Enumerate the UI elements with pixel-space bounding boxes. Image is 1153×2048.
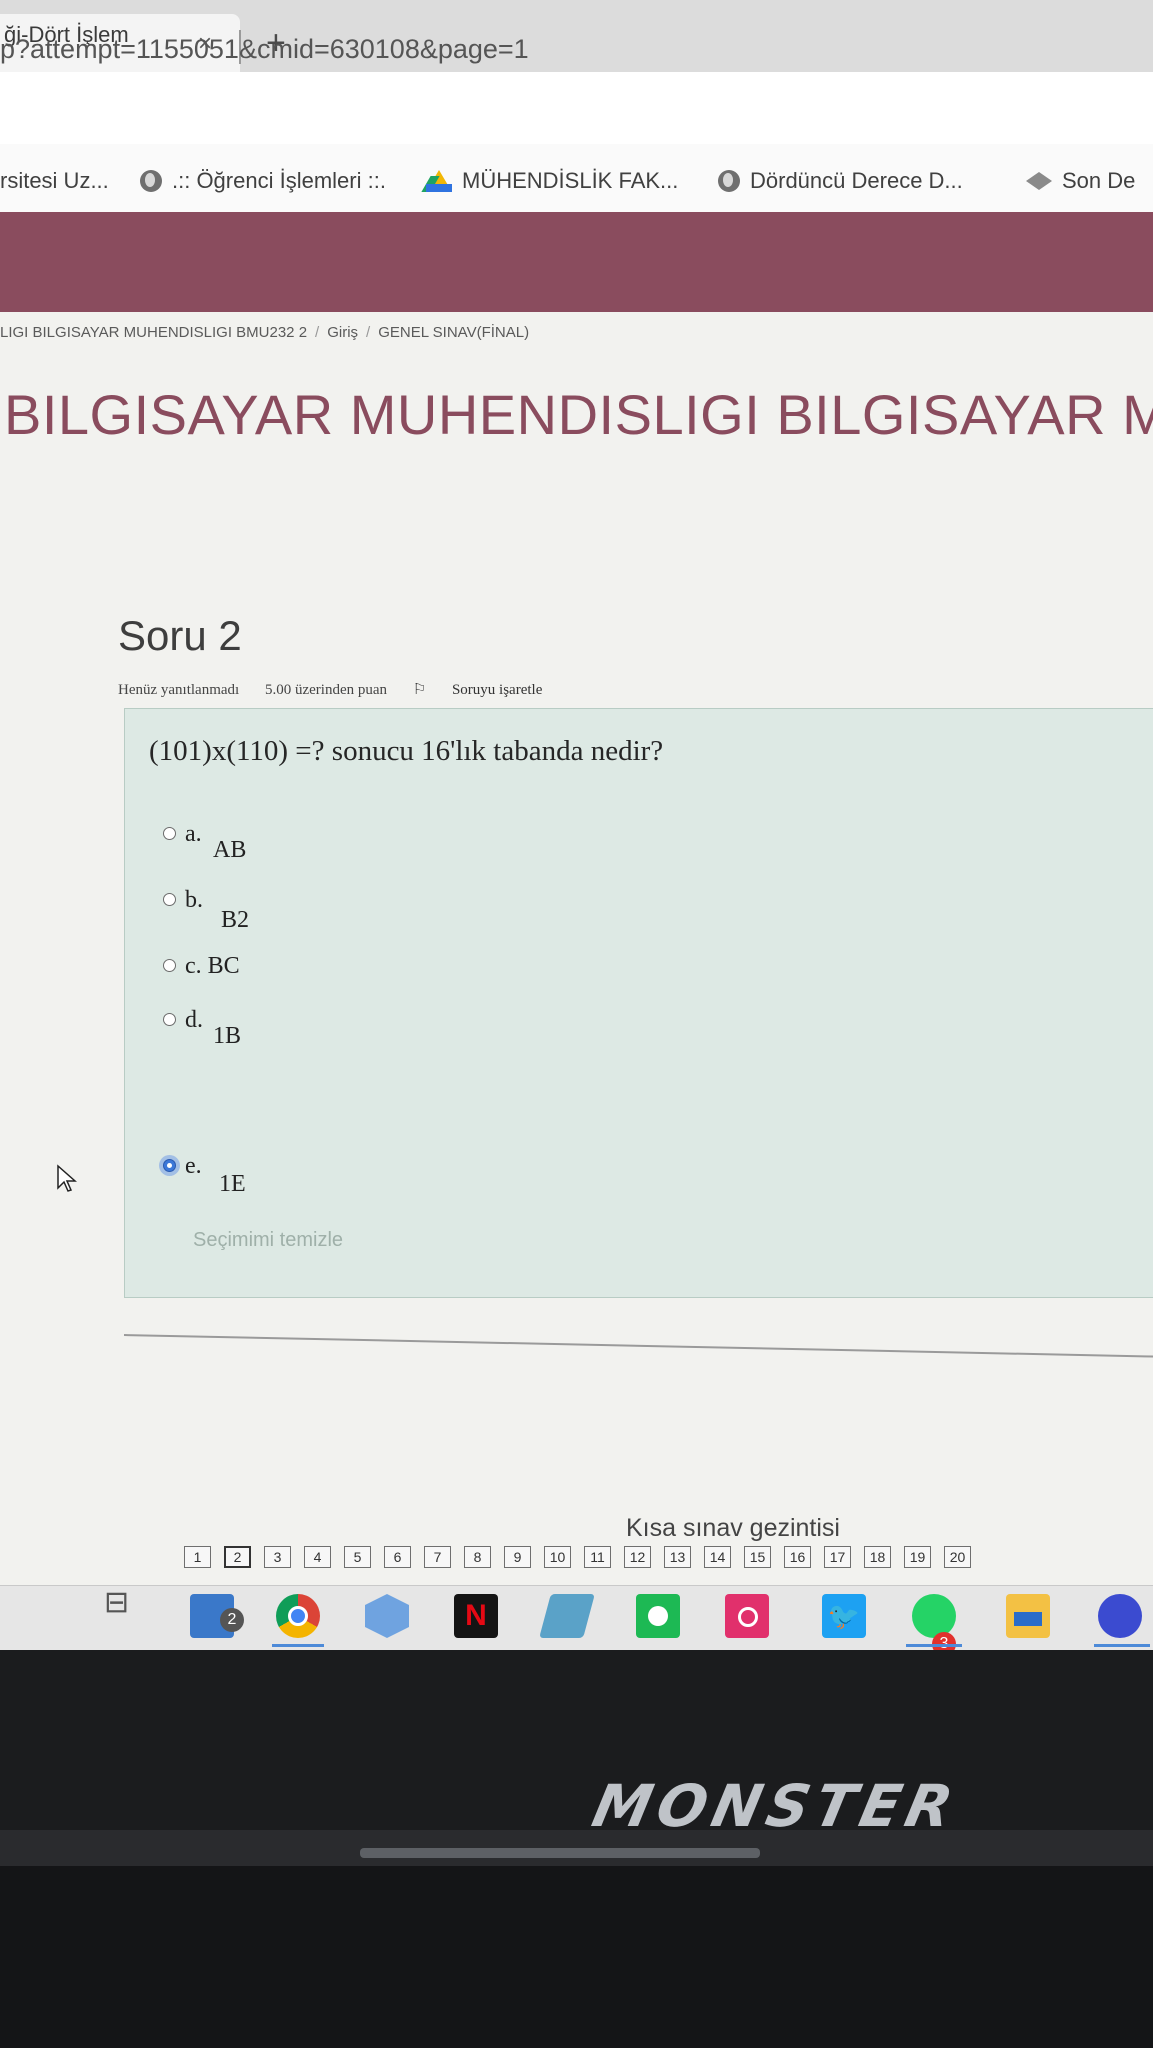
globe-icon bbox=[718, 170, 740, 192]
quiz-nav-button[interactable]: 11 bbox=[584, 1546, 611, 1568]
bookmark-label: MÜHENDİSLİK FAK... bbox=[462, 168, 679, 193]
answer-text: 1B bbox=[213, 1023, 242, 1049]
radio-button-selected[interactable] bbox=[163, 1159, 176, 1172]
game-icon[interactable] bbox=[1098, 1594, 1142, 1638]
laptop-hinge-strip bbox=[360, 1848, 760, 1858]
bookmark-item[interactable]: rsitesi Uz... bbox=[0, 168, 109, 194]
radio-button[interactable] bbox=[163, 1013, 176, 1026]
question-number: Soru 2 bbox=[118, 612, 242, 659]
site-header bbox=[0, 212, 1153, 312]
quiz-nav-button[interactable]: 7 bbox=[424, 1546, 451, 1568]
page-title: BILGISAYAR MUHENDISLIGI BILGISAYAR MU bbox=[4, 383, 1153, 446]
quiz-nav-button[interactable]: 5 bbox=[344, 1546, 371, 1568]
clear-choice-link[interactable]: Seçimimi temizle bbox=[193, 1229, 343, 1252]
bookmark-item[interactable]: Dördüncü Derece D... bbox=[718, 168, 963, 194]
breadcrumb: LIGI BILGISAYAR MUHENDISLIGI BMU232 2 / Gi… bbox=[0, 324, 529, 341]
answer-letter: d. bbox=[185, 1007, 203, 1033]
instagram-icon[interactable] bbox=[725, 1594, 769, 1638]
breadcrumb-separator: / bbox=[366, 324, 371, 341]
question-points: 5.00 üzerinden puan bbox=[264, 682, 388, 698]
quiz-nav-button[interactable]: 3 bbox=[264, 1546, 291, 1568]
quiz-nav-button[interactable]: 9 bbox=[504, 1546, 531, 1568]
google-drive-icon bbox=[426, 170, 452, 192]
active-app-indicator bbox=[272, 1644, 324, 1647]
quiz-nav-button[interactable]: 10 bbox=[544, 1546, 571, 1568]
quiz-navigation-buttons: 1 2 3 4 5 6 7 8 9 10 11 12 13 14 15 16 1… bbox=[184, 1546, 971, 1568]
quiz-nav-button-current[interactable]: 2 bbox=[224, 1546, 251, 1568]
breadcrumb-course[interactable]: LIGI BILGISAYAR MUHENDISLIGI BMU232 2 bbox=[0, 324, 307, 341]
bookmark-item[interactable]: MÜHENDİSLİK FAK... bbox=[426, 168, 678, 194]
mail-badge: 2 bbox=[220, 1608, 244, 1632]
radio-button[interactable] bbox=[163, 893, 176, 906]
breadcrumb-giris[interactable]: Giriş bbox=[327, 324, 358, 341]
bookmark-label: rsitesi Uz... bbox=[0, 168, 109, 193]
quiz-nav-button[interactable]: 18 bbox=[864, 1546, 891, 1568]
netflix-icon[interactable]: N bbox=[454, 1594, 498, 1638]
whatsapp-badge: 3 bbox=[932, 1632, 956, 1650]
bookmark-item[interactable]: Son De bbox=[1026, 168, 1135, 194]
bookmark-label: Dördüncü Derece D... bbox=[750, 168, 963, 193]
quiz-nav-button[interactable]: 16 bbox=[784, 1546, 811, 1568]
divider bbox=[123, 1334, 1153, 1358]
quiz-nav-button[interactable]: 13 bbox=[664, 1546, 691, 1568]
flag-question-link[interactable]: ⚐ Soruyu işaretle bbox=[413, 682, 565, 698]
file-explorer-icon[interactable] bbox=[1006, 1594, 1050, 1638]
quiz-navigation-title: Kısa sınav gezintisi bbox=[626, 1514, 840, 1542]
question-text: (101)x(110) =? sonucu 16'lık tabanda ned… bbox=[149, 735, 664, 767]
active-app-indicator bbox=[906, 1644, 962, 1647]
quiz-nav-button[interactable]: 20 bbox=[944, 1546, 971, 1568]
quiz-nav-button[interactable]: 15 bbox=[744, 1546, 771, 1568]
question-status: Henüz yanıtlanmadı bbox=[118, 682, 240, 698]
answer-text: B2 bbox=[221, 907, 250, 933]
task-view-icon[interactable]: ⊟ bbox=[104, 1588, 134, 1618]
breadcrumb-separator: / bbox=[315, 324, 320, 341]
answer-letter: e. bbox=[185, 1153, 202, 1179]
twitter-icon[interactable]: 🐦 bbox=[822, 1594, 866, 1638]
bookmark-icon bbox=[1026, 172, 1052, 190]
answer-letter: a. bbox=[185, 821, 202, 847]
answer-text: 1E bbox=[219, 1171, 246, 1197]
radio-button[interactable] bbox=[163, 959, 176, 972]
question-meta: Henüz yanıtlanmadı 5.00 üzerinden puan ⚐… bbox=[118, 680, 586, 699]
whatsapp-icon[interactable] bbox=[912, 1594, 956, 1638]
url-text[interactable]: p?attempt=1155051&cmid=630108&page=1 bbox=[0, 34, 529, 65]
answer-letter: b. bbox=[185, 887, 203, 913]
answer-text: AB bbox=[213, 837, 247, 863]
monitor-screen: ği-Dört İşlem × + p?attempt=1155051&cmid… bbox=[0, 0, 1153, 1650]
radio-button[interactable] bbox=[163, 827, 176, 840]
bookmark-item[interactable]: .:: Öğrenci İşlemleri ::. bbox=[140, 168, 386, 194]
quiz-nav-button[interactable]: 1 bbox=[184, 1546, 211, 1568]
breadcrumb-exam[interactable]: GENEL SINAV(FİNAL) bbox=[378, 324, 529, 341]
flag-label: Soruyu işaretle bbox=[451, 682, 543, 698]
bookmark-label: .:: Öğrenci İşlemleri ::. bbox=[172, 168, 386, 193]
chrome-icon[interactable] bbox=[276, 1594, 320, 1638]
bookmark-label: Son De bbox=[1062, 168, 1136, 193]
globe-icon bbox=[140, 170, 162, 192]
quiz-nav-button[interactable]: 19 bbox=[904, 1546, 931, 1568]
quiz-nav-button[interactable]: 17 bbox=[824, 1546, 851, 1568]
quiz-nav-button[interactable]: 12 bbox=[624, 1546, 651, 1568]
flag-icon: ⚐ bbox=[412, 682, 427, 698]
question-box: (101)x(110) =? sonucu 16'lık tabanda ned… bbox=[124, 708, 1153, 1298]
mouse-cursor-icon bbox=[57, 1164, 77, 1192]
quiz-nav-button[interactable]: 4 bbox=[304, 1546, 331, 1568]
active-app-indicator bbox=[1094, 1644, 1150, 1647]
answer-text: c. BC bbox=[185, 953, 240, 979]
address-bar[interactable] bbox=[0, 72, 1153, 144]
quiz-nav-button[interactable]: 6 bbox=[384, 1546, 411, 1568]
quiz-nav-button[interactable]: 14 bbox=[704, 1546, 731, 1568]
spotify-icon[interactable] bbox=[636, 1594, 680, 1638]
laptop-keyboard-deck bbox=[0, 1866, 1153, 2048]
quiz-nav-button[interactable]: 8 bbox=[464, 1546, 491, 1568]
